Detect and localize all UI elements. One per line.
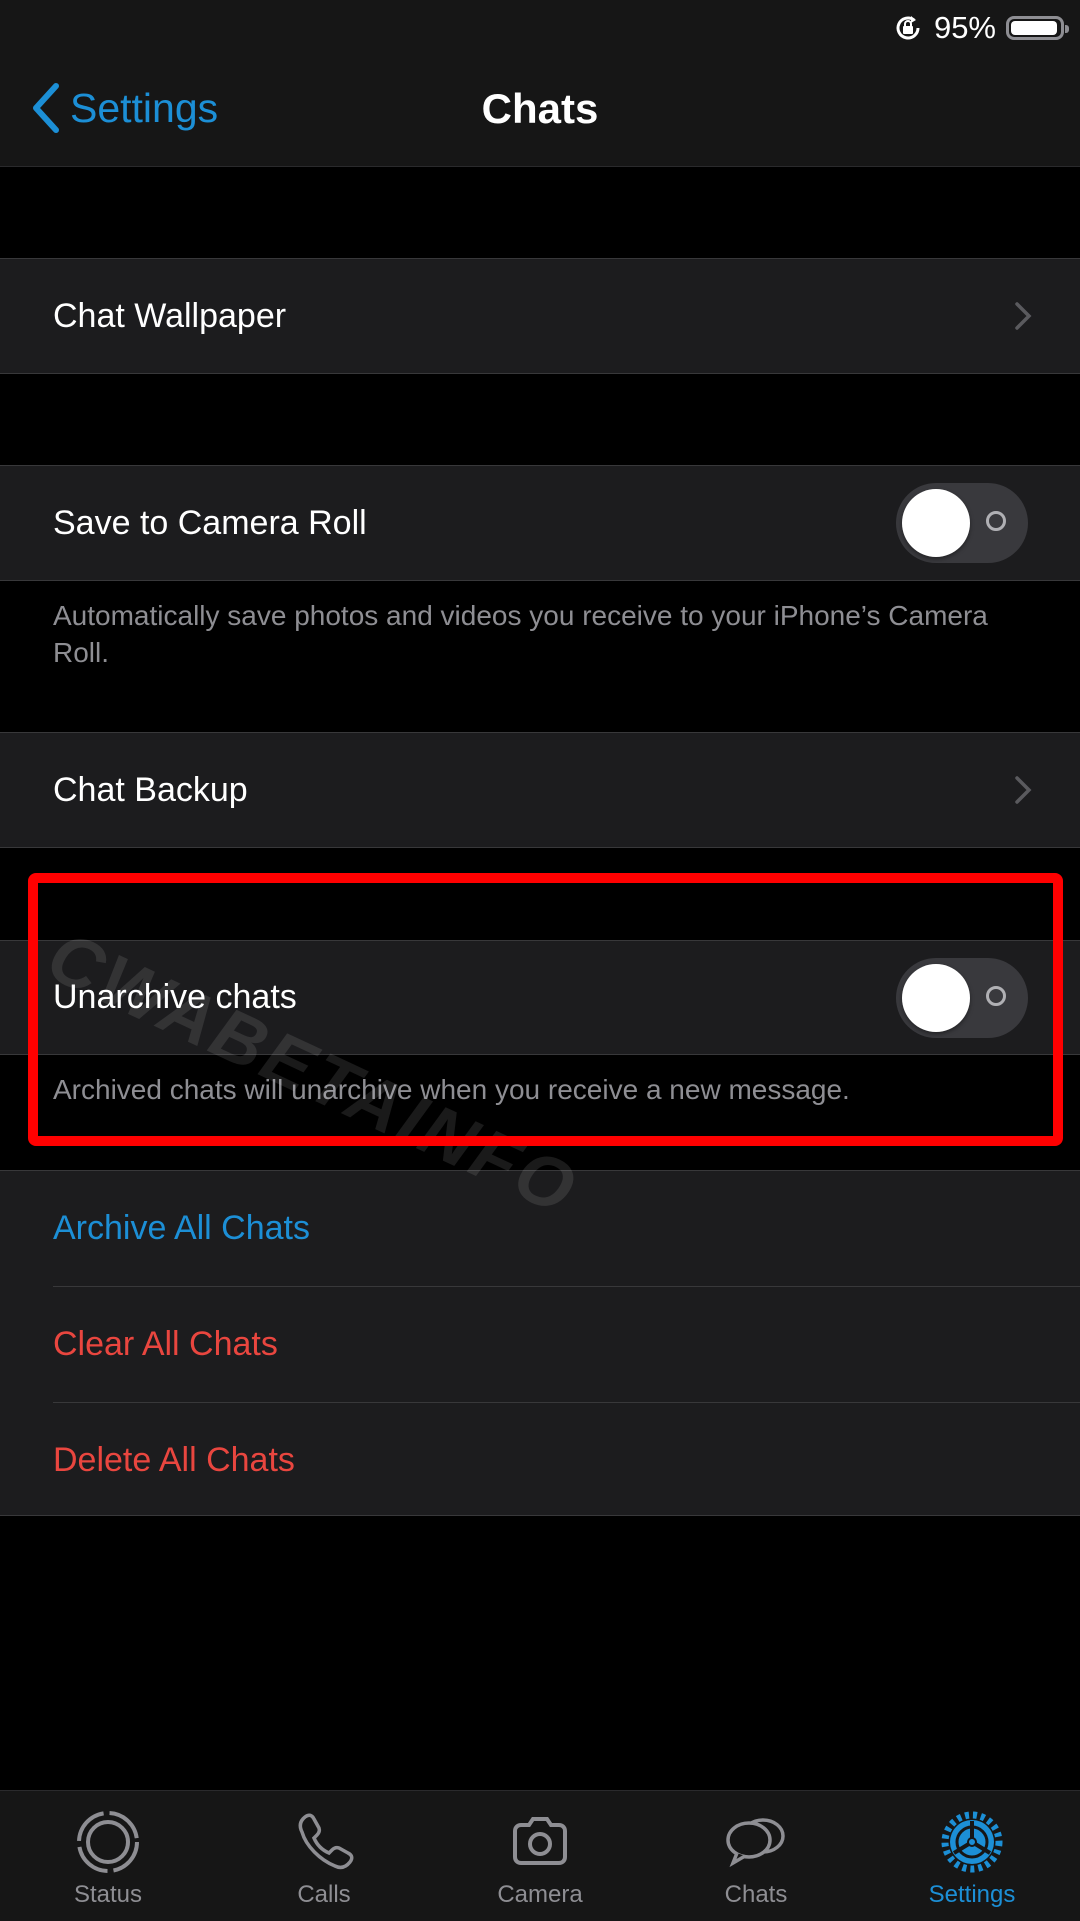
delete-all-chats-button[interactable]: Delete All Chats: [53, 1403, 1080, 1518]
status-icon: [77, 1811, 139, 1873]
save-camera-roll-label: Save to Camera Roll: [53, 503, 367, 542]
battery-percentage: 95%: [933, 10, 996, 45]
tab-bar: Status Calls Camera Chats Settings: [0, 1790, 1080, 1921]
chats-icon: [726, 1818, 785, 1868]
archive-all-chats-button[interactable]: Archive All Chats: [53, 1171, 1080, 1287]
tab-calls[interactable]: Calls: [216, 1791, 432, 1921]
chat-actions-group: Archive All Chats Clear All Chats Delete…: [0, 1170, 1080, 1516]
tab-chats[interactable]: Chats: [648, 1791, 864, 1921]
unarchive-chats-label: Unarchive chats: [53, 978, 297, 1016]
chat-wallpaper-label: Chat Wallpaper: [53, 296, 287, 335]
tab-settings-label: Settings: [928, 1881, 1016, 1908]
chat-wallpaper-row[interactable]: Chat Wallpaper: [0, 258, 1080, 374]
tab-camera[interactable]: Camera: [432, 1791, 648, 1921]
tab-status-label: Status: [73, 1881, 143, 1908]
unarchive-chats-toggle[interactable]: [896, 957, 1028, 1038]
navigation-header: 95% Settings Chats: [0, 0, 1080, 167]
tab-camera-label: Camera: [497, 1881, 583, 1908]
tab-calls-label: Calls: [297, 1881, 351, 1908]
chat-backup-label: Chat Backup: [53, 770, 248, 809]
chevron-right-icon: [1015, 776, 1032, 804]
status-bar: 95%: [892, 8, 1080, 48]
unarchive-chats-footer: Archived chats will unarchive when you r…: [53, 1074, 850, 1105]
clear-all-chats-button[interactable]: Clear All Chats: [53, 1287, 1080, 1403]
save-camera-roll-row: Save to Camera Roll: [0, 465, 1080, 581]
tab-settings[interactable]: Settings: [864, 1791, 1080, 1921]
page-title: Chats: [481, 85, 599, 132]
tab-status[interactable]: Status: [0, 1791, 216, 1921]
save-camera-roll-footer: Automatically save photos and videos you…: [53, 600, 988, 668]
battery-icon: [1006, 16, 1069, 40]
orientation-lock-icon: [896, 16, 920, 40]
chevron-right-icon: [1015, 302, 1032, 330]
phone-icon: [298, 1813, 354, 1870]
chat-backup-row[interactable]: Chat Backup: [0, 732, 1080, 848]
camera-icon: [513, 1817, 567, 1865]
unarchive-chats-row: Unarchive chats: [0, 940, 1080, 1055]
tab-chats-label: Chats: [724, 1881, 788, 1908]
gear-icon: [941, 1811, 1003, 1873]
save-camera-roll-toggle[interactable]: [896, 483, 1028, 563]
